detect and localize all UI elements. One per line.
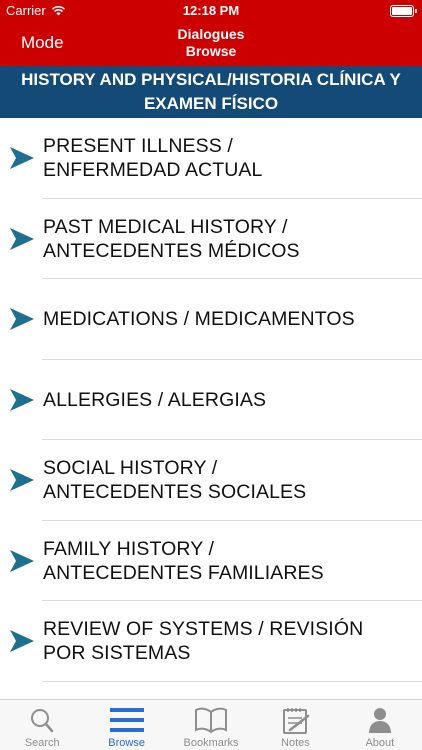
list-item-past-medical-history[interactable]: PAST MEDICAL HISTORY / ANTECEDENTES MÉDI…: [0, 199, 422, 280]
arrow-right-icon: [10, 147, 34, 170]
list-item-present-illness[interactable]: PRESENT ILLNESS / ENFERMEDAD ACTUAL: [0, 118, 422, 199]
arrow-right-icon: [10, 308, 34, 331]
book-icon: [195, 707, 228, 734]
list-item-label: FAMILY HISTORY / ANTECEDENTES FAMILIARES: [43, 537, 412, 585]
status-bar: Carrier 12:18 PM: [0, 0, 422, 22]
tab-about[interactable]: About: [338, 700, 422, 750]
list-item-social-history[interactable]: SOCIAL HISTORY / ANTECEDENTES SOCIALES: [0, 440, 422, 521]
notes-icon: [283, 708, 310, 734]
person-icon: [368, 708, 391, 733]
arrow-right-icon: [10, 630, 34, 653]
list-item-line1: PAST MEDICAL HISTORY /: [43, 215, 288, 238]
list-item-line2: ANTECEDENTES SOCIALES: [43, 481, 307, 504]
list-item-family-history[interactable]: FAMILY HISTORY / ANTECEDENTES FAMILIARES: [0, 521, 422, 602]
list-icon: [109, 708, 144, 732]
arrow-right-icon: [10, 388, 34, 411]
search-icon: [31, 709, 54, 733]
section-header: HISTORY AND PHYSICAL/HISTORIA CLÍNICA Y …: [0, 66, 422, 118]
list-item-label: ALLERGIES / ALERGIAS: [43, 388, 412, 412]
arrow-right-icon: [10, 469, 34, 492]
list-item-line2: ANTECEDENTES FAMILIARES: [43, 561, 324, 584]
list-item-label: PRESENT ILLNESS / ENFERMEDAD ACTUAL: [43, 134, 412, 182]
nav-title: Dialogues Browse: [0, 26, 422, 60]
tab-bar: Search Browse Bookmarks Notes About: [0, 699, 422, 750]
list-item-label: MEDICATIONS / MEDICAMENTOS: [43, 307, 412, 331]
tab-search[interactable]: Search: [0, 700, 84, 750]
arrow-right-icon: [10, 549, 34, 572]
status-time: 12:18 PM: [182, 3, 240, 18]
tab-label: Bookmarks: [183, 737, 239, 749]
navigation-bar: Mode Dialogues Browse: [0, 22, 422, 66]
list-item-line1: MEDICATIONS / MEDICAMENTOS: [43, 308, 355, 331]
battery-icon: [390, 5, 417, 17]
list-item-medications[interactable]: MEDICATIONS / MEDICAMENTOS: [0, 279, 422, 360]
tab-notes[interactable]: Notes: [253, 700, 337, 750]
dialogue-list: PRESENT ILLNESS / ENFERMEDAD ACTUAL PAST…: [0, 118, 422, 682]
arrow-right-icon: [10, 227, 34, 250]
list-item-line1: REVIEW OF SYSTEMS / REVISIÓN: [43, 618, 364, 641]
list-item-label: REVIEW OF SYSTEMS / REVISIÓN POR SISTEMA…: [43, 617, 412, 665]
nav-title-line2: Browse: [185, 43, 237, 59]
list-item-line1: SOCIAL HISTORY /: [43, 457, 218, 480]
tab-bookmarks[interactable]: Bookmarks: [169, 700, 253, 750]
tab-label: About: [365, 737, 395, 749]
list-item-line1: FAMILY HISTORY /: [43, 537, 215, 560]
list-item-label: PAST MEDICAL HISTORY / ANTECEDENTES MÉDI…: [43, 215, 412, 263]
list-item-review-of-systems[interactable]: REVIEW OF SYSTEMS / REVISIÓN POR SISTEMA…: [0, 601, 422, 682]
tab-label: Notes: [281, 737, 310, 749]
list-item-line2: ANTECEDENTES MÉDICOS: [43, 239, 300, 262]
tab-browse[interactable]: Browse: [84, 700, 168, 750]
list-item-line1: ALLERGIES / ALERGIAS: [43, 388, 267, 411]
list-item-label: SOCIAL HISTORY / ANTECEDENTES SOCIALES: [43, 456, 412, 504]
list-item-allergies[interactable]: ALLERGIES / ALERGIAS: [0, 360, 422, 441]
nav-title-line1: Dialogues: [177, 26, 245, 42]
list-item-line2: ENFERMEDAD ACTUAL: [43, 159, 263, 182]
tab-label: Browse: [108, 737, 145, 749]
tab-label: Search: [24, 737, 60, 749]
list-item-line2: POR SISTEMAS: [43, 642, 191, 665]
list-item-line1: PRESENT ILLNESS /: [43, 135, 233, 158]
